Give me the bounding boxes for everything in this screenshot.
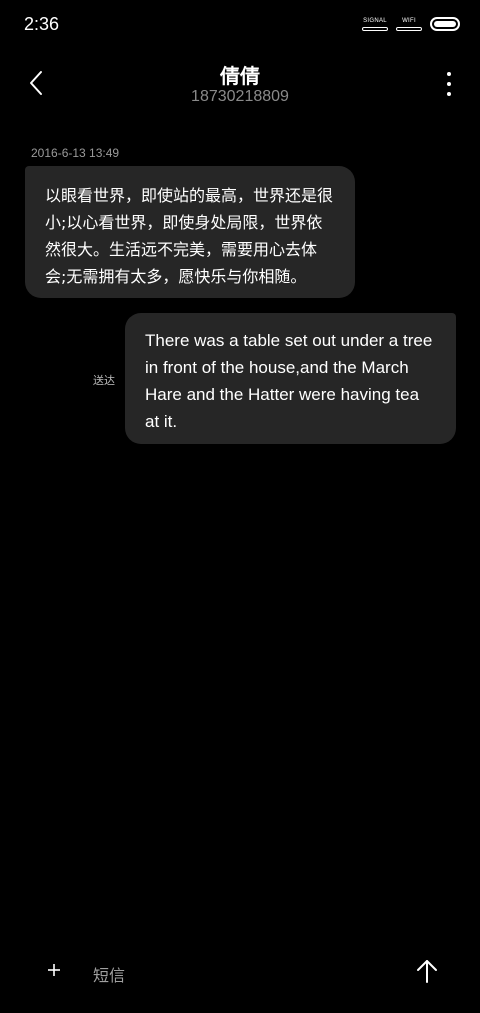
- message-line: 然很大。生活远不完美，需要用心去体: [45, 240, 318, 259]
- message-line: 会;无需拥有太多，愿快乐与你相随。: [45, 267, 307, 286]
- contact-number[interactable]: 18730218809: [0, 88, 480, 106]
- message-line: 以眼看世界，即使站的最高，世界还是很: [45, 186, 334, 205]
- message-line: Hare and the Hatter were having tea: [145, 385, 420, 404]
- status-time: 2:36: [24, 14, 60, 34]
- conversation-header: 倩倩 18730218809: [0, 58, 480, 110]
- add-attachment-button[interactable]: [42, 958, 66, 982]
- send-button[interactable]: [414, 958, 440, 984]
- arrow-up-icon: [417, 960, 437, 983]
- wifi-label: WIFI: [402, 17, 416, 24]
- battery-icon: [430, 17, 460, 31]
- more-options-button[interactable]: [444, 72, 454, 96]
- message-timestamp: 2016-6-13 13:49: [31, 146, 120, 160]
- message-input[interactable]: 短信: [93, 962, 125, 986]
- plus-icon: [48, 964, 60, 976]
- outgoing-message-bubble[interactable]: There was a table set out under a tree i…: [125, 313, 456, 444]
- messaging-screen: 2:36 SIGNAL WIFI 倩倩 18730218809 2016-6-1…: [0, 0, 480, 1013]
- incoming-message-bubble[interactable]: 以眼看世界，即使站的最高，世界还是很 小;以心看世界，即使身处局限，世界依 然很…: [25, 166, 355, 298]
- delivery-status: 送达: [93, 374, 115, 387]
- contact-name[interactable]: 倩倩: [0, 60, 480, 89]
- message-line: There was a table set out under a tree: [145, 331, 433, 350]
- status-icons: SIGNAL WIFI: [362, 17, 460, 31]
- status-bar: 2:36 SIGNAL WIFI: [0, 0, 480, 52]
- signal-label: SIGNAL: [363, 17, 387, 24]
- message-line: 小;以心看世界，即使身处局限，世界依: [45, 213, 323, 232]
- more-vertical-icon: [447, 72, 451, 76]
- wifi-icon: WIFI: [396, 18, 422, 31]
- compose-bar: 短信: [0, 950, 480, 1000]
- message-line: at it.: [145, 412, 178, 431]
- message-line: in front of the house,and the March: [145, 358, 409, 377]
- signal-icon: SIGNAL: [362, 18, 388, 31]
